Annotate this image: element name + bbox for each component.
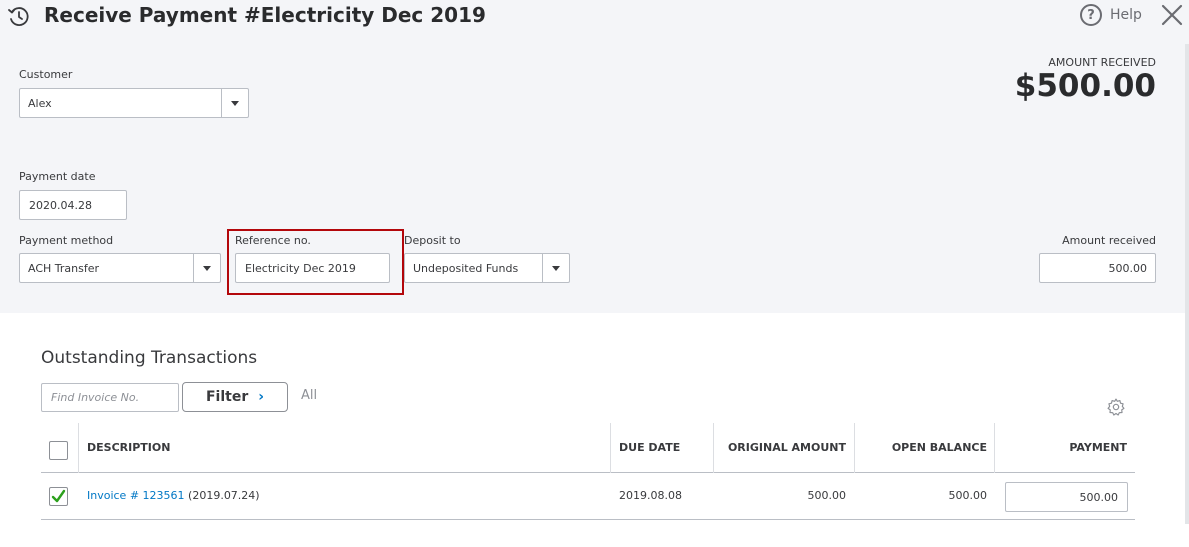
row-due-date: 2019.08.08: [619, 489, 682, 502]
amount-received-label: Amount received: [1062, 234, 1156, 247]
customer-value: Alex: [28, 96, 52, 110]
page-title: Receive Payment #Electricity Dec 2019: [44, 3, 486, 27]
caret-down-icon: [231, 100, 239, 106]
col-due-date: DUE DATE: [619, 441, 681, 454]
col-description: DESCRIPTION: [87, 441, 171, 454]
customer-select[interactable]: Alex: [19, 88, 249, 118]
help-button[interactable]: ? Help: [1080, 4, 1142, 26]
caret-down-icon: [203, 265, 211, 271]
transactions-table-header: DESCRIPTION DUE DATE ORIGINAL AMOUNT OPE…: [41, 423, 1135, 473]
amount-received-input[interactable]: 500.00: [1039, 253, 1156, 283]
row-payment-input[interactable]: 500.00: [1005, 482, 1128, 512]
column-divider: [713, 423, 714, 473]
filter-all-label: All: [301, 388, 318, 403]
amount-received-total: $500.00: [1014, 68, 1156, 104]
customer-label: Customer: [19, 68, 73, 81]
column-divider: [610, 423, 611, 473]
row-open-balance: 500.00: [948, 489, 988, 502]
filter-label: Filter: [205, 389, 249, 405]
customer-dropdown-button[interactable]: [221, 89, 248, 117]
payment-method-label: Payment method: [19, 234, 114, 247]
payment-method-dropdown-button[interactable]: [193, 254, 220, 282]
chevron-right-icon: ›: [258, 389, 265, 405]
col-payment: PAYMENT: [1069, 441, 1127, 454]
scrollbar[interactable]: [1185, 44, 1189, 524]
deposit-to-select[interactable]: Undeposited Funds: [404, 253, 570, 283]
outstanding-transactions-title: Outstanding Transactions: [41, 348, 258, 368]
column-divider: [78, 423, 79, 473]
help-circle-icon: ?: [1080, 4, 1102, 26]
col-original-amount: ORIGINAL AMOUNT: [727, 441, 846, 454]
col-open-balance: OPEN BALANCE: [891, 441, 987, 454]
column-divider: [994, 423, 995, 473]
close-icon[interactable]: [1160, 3, 1184, 27]
payment-date-input[interactable]: 2020.04.28: [19, 190, 127, 220]
row-checkbox[interactable]: [49, 487, 68, 506]
help-label: Help: [1110, 7, 1142, 23]
payment-method-value: ACH Transfer: [28, 261, 100, 275]
history-clock-icon: [8, 7, 29, 26]
row-description: Invoice # 123561 (2019.07.24): [87, 489, 260, 502]
filter-button[interactable]: Filter ›: [182, 382, 288, 412]
gear-icon[interactable]: [1106, 397, 1126, 417]
payment-date-label: Payment date: [19, 170, 96, 183]
row-original-amount: 500.00: [807, 489, 847, 502]
invoice-link[interactable]: Invoice # 123561: [87, 489, 185, 502]
caret-down-icon: [552, 265, 560, 271]
table-row: Invoice # 123561 (2019.07.24) 2019.08.08…: [41, 474, 1135, 520]
checkmark-icon: [51, 489, 66, 503]
invoice-date: (2019.07.24): [188, 489, 260, 502]
payment-method-select[interactable]: ACH Transfer: [19, 253, 221, 283]
select-all-checkbox[interactable]: [49, 441, 68, 460]
deposit-to-label: Deposit to: [404, 234, 461, 247]
deposit-to-dropdown-button[interactable]: [542, 254, 569, 282]
reference-highlight-box: [227, 229, 404, 295]
column-divider: [854, 423, 855, 473]
deposit-to-value: Undeposited Funds: [413, 261, 519, 275]
find-invoice-input[interactable]: Find Invoice No.: [41, 383, 179, 412]
